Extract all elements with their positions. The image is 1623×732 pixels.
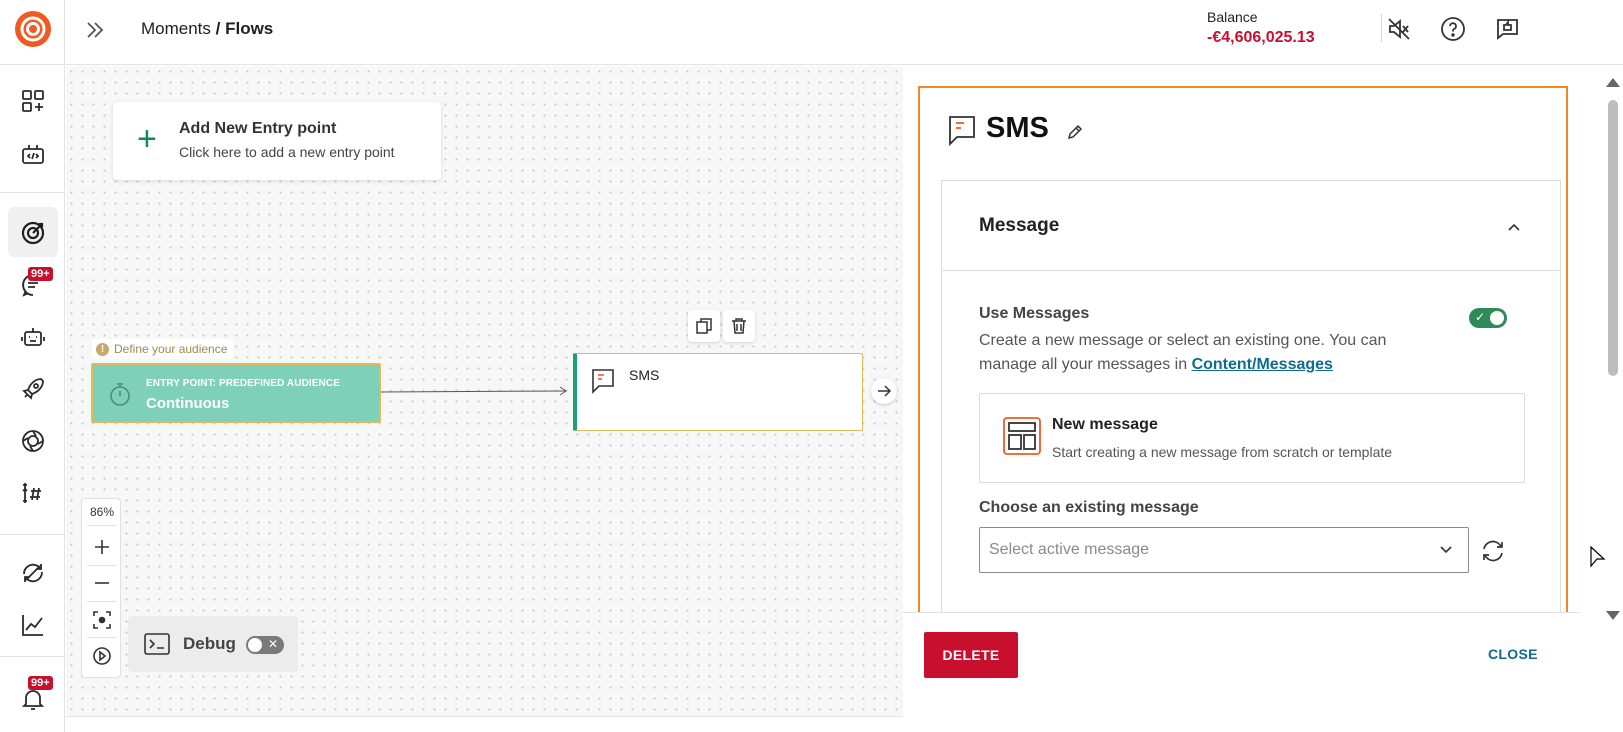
left-navigation-rail: 99+ 99+: [0, 0, 65, 732]
zoom-in-icon[interactable]: [89, 534, 115, 560]
fit-view-icon[interactable]: [89, 607, 115, 633]
duplicate-node-button[interactable]: [688, 310, 720, 342]
layout-template-icon: [1002, 416, 1042, 456]
help-icon[interactable]: [1440, 16, 1466, 42]
balance-value: -€4,606,025.13: [1207, 29, 1315, 46]
rail-divider: [0, 656, 65, 657]
mouse-cursor-icon: [1590, 545, 1606, 570]
sms-icon: [591, 368, 615, 394]
audience-hint: ! Define your audience: [92, 339, 234, 359]
use-messages-description: Create a new message or select an existi…: [979, 329, 1439, 377]
breadcrumb: Moments / Flows: [141, 19, 273, 39]
play-icon[interactable]: [89, 643, 115, 669]
select-placeholder: Select active message: [989, 541, 1150, 558]
panel-footer: DELETE CLOSE: [903, 612, 1579, 732]
zoom-divider: [87, 525, 117, 526]
flow-canvas[interactable]: + Add New Entry point Click here to add …: [66, 66, 903, 726]
feedback-icon[interactable]: [1494, 16, 1520, 42]
notification-count-badge: 99+: [28, 676, 53, 690]
rail-divider: [0, 534, 65, 535]
new-message-description: Start creating a new message from scratc…: [1052, 444, 1393, 460]
content-messages-link[interactable]: Content/Messages: [1192, 356, 1333, 373]
use-messages-title: Use Messages: [979, 305, 1090, 322]
rail-divider: [0, 192, 65, 193]
sms-node[interactable]: SMS: [573, 353, 863, 431]
close-button[interactable]: CLOSE: [1488, 646, 1538, 662]
sms-icon: [948, 114, 976, 147]
target-icon[interactable]: [20, 220, 46, 246]
bot-icon[interactable]: [20, 324, 46, 350]
zoom-out-icon[interactable]: [89, 570, 115, 596]
panel-scrollbar[interactable]: [1602, 66, 1623, 732]
canvas-bottom-strip: [66, 716, 903, 732]
chevron-up-icon[interactable]: [1506, 219, 1522, 235]
edit-title-icon[interactable]: [1066, 124, 1083, 141]
rail-divider: [0, 64, 65, 65]
add-entry-title: Add New Entry point: [179, 120, 337, 137]
code-box-icon[interactable]: [20, 142, 46, 168]
breadcrumb-parent[interactable]: Moments: [141, 19, 211, 38]
toggle-knob: [1490, 311, 1504, 325]
analytics-icon[interactable]: [20, 612, 46, 638]
debug-toggle[interactable]: ✕: [246, 636, 284, 654]
breadcrumb-separator: /: [210, 19, 226, 38]
scrollbar-thumb[interactable]: [1608, 100, 1618, 376]
mute-icon[interactable]: [1386, 16, 1412, 42]
zoom-divider: [87, 565, 117, 566]
delete-node-button[interactable]: [723, 310, 755, 342]
entry-point-node[interactable]: ENTRY POINT: PREDEFINED AUDIENCE Continu…: [91, 363, 381, 423]
add-next-step-button[interactable]: [871, 378, 897, 404]
aperture-icon[interactable]: [20, 428, 46, 454]
apps-add-icon[interactable]: [20, 88, 46, 114]
message-section-title: Message: [979, 215, 1060, 236]
zoom-divider: [87, 637, 117, 638]
chat-count-badge: 99+: [28, 267, 53, 281]
balance-widget: Balance -€4,606,025.13: [1207, 9, 1315, 47]
chevron-down-icon: [1438, 542, 1454, 558]
plus-icon: +: [137, 120, 157, 158]
audience-hint-text: Define your audience: [114, 342, 228, 356]
refresh-icon[interactable]: [1479, 537, 1507, 565]
node-toolbar: [688, 310, 755, 342]
check-icon: ✓: [1475, 310, 1486, 324]
terminal-icon: [144, 632, 170, 656]
top-bar: Moments / Flows Balance -€4,606,025.13: [65, 0, 1623, 65]
choose-message-label: Choose an existing message: [979, 499, 1199, 516]
sync-off-icon[interactable]: [20, 560, 46, 586]
delete-button[interactable]: DELETE: [924, 632, 1018, 678]
panel-title: SMS: [986, 112, 1049, 144]
panel-focus-frame: SMS Message Use Messages ✓ Create a new …: [918, 86, 1568, 710]
zoom-level: 86%: [89, 505, 115, 519]
breadcrumb-current: Flows: [225, 19, 274, 38]
stopwatch-icon: [107, 381, 133, 407]
message-section-header[interactable]: Message: [942, 181, 1560, 271]
rocket-icon[interactable]: [20, 376, 46, 402]
entry-node-type: ENTRY POINT: PREDEFINED AUDIENCE: [146, 378, 340, 389]
balance-label: Balance: [1207, 9, 1258, 25]
scroll-down-icon[interactable]: [1606, 611, 1620, 620]
topbar-divider: [1381, 14, 1382, 42]
debug-panel: Debug ✕: [128, 616, 298, 672]
zoom-divider: [87, 601, 117, 602]
new-message-title: New message: [1052, 416, 1158, 433]
add-entry-description: Click here to add a new entry point: [179, 144, 395, 160]
hashtag-icon[interactable]: [20, 480, 46, 506]
warning-icon: !: [96, 342, 109, 356]
step-settings-panel: SMS Message Use Messages ✓ Create a new …: [903, 66, 1603, 732]
scroll-up-icon[interactable]: [1606, 78, 1620, 87]
zoom-controls: 86%: [81, 498, 121, 678]
toggle-knob: [248, 638, 262, 652]
new-message-card[interactable]: New message Start creating a new message…: [979, 393, 1525, 483]
select-message-dropdown[interactable]: Select active message: [979, 527, 1469, 573]
sms-node-name: SMS: [629, 367, 660, 383]
app-logo-icon[interactable]: [14, 10, 52, 48]
entry-node-name: Continuous: [146, 395, 230, 412]
add-entry-point-card[interactable]: + Add New Entry point Click here to add …: [113, 102, 441, 180]
expand-sidebar-icon[interactable]: [83, 18, 107, 42]
toggle-off-icon: ✕: [267, 637, 278, 651]
use-messages-toggle[interactable]: ✓: [1469, 308, 1507, 328]
debug-label: Debug: [183, 634, 236, 653]
